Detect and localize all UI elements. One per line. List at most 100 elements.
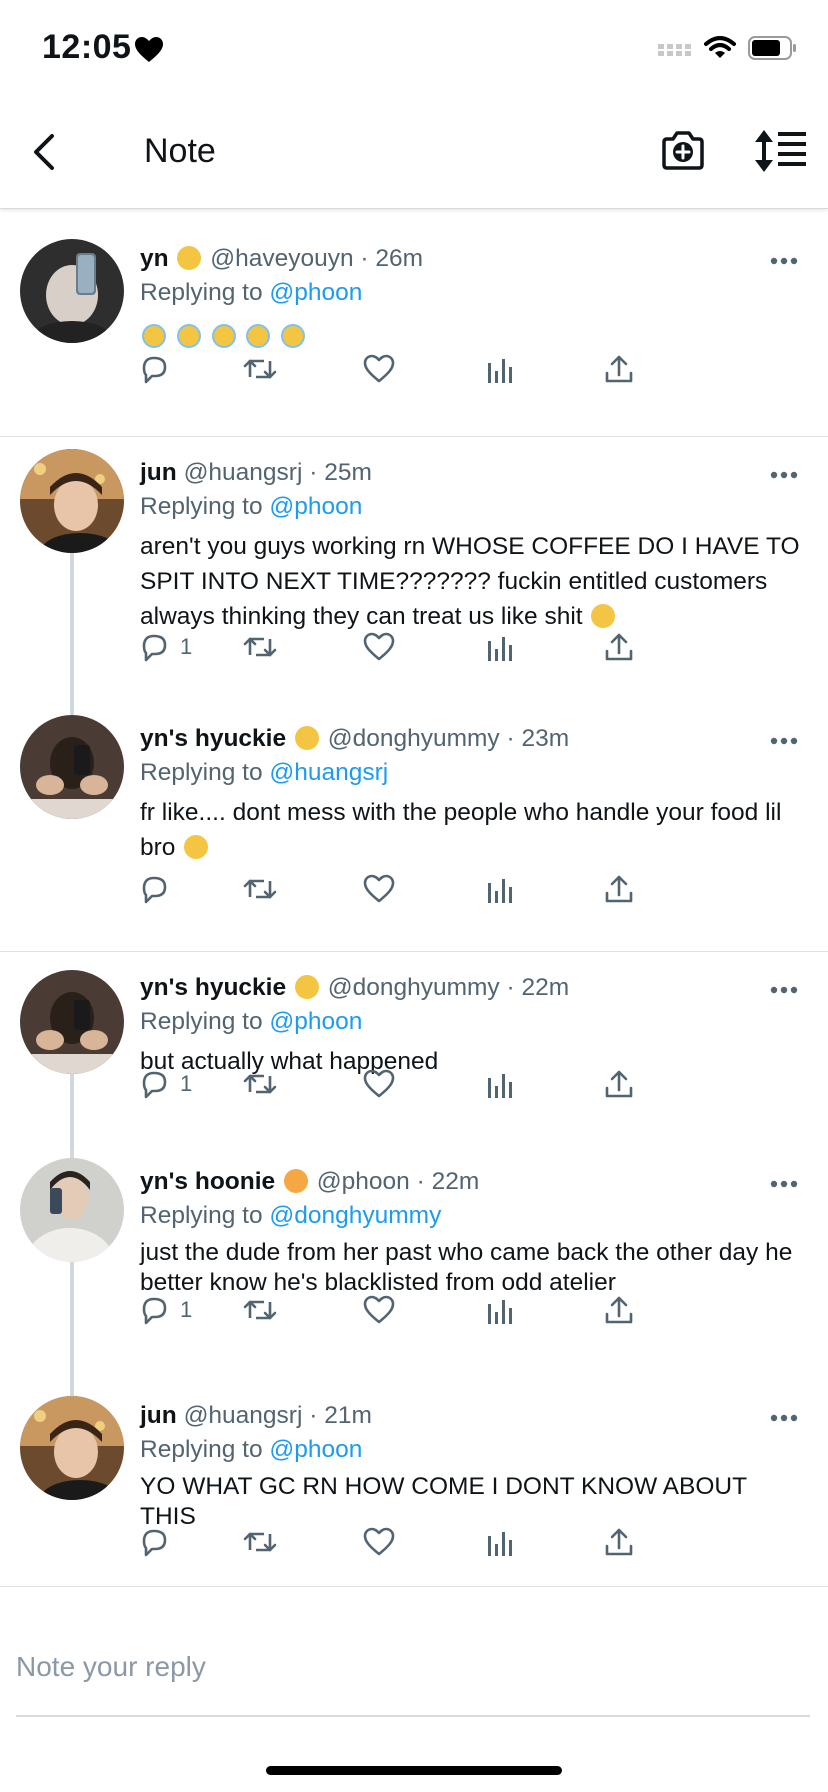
sort-icon[interactable] xyxy=(752,128,808,174)
more-icon[interactable] xyxy=(770,1180,798,1188)
reply-input[interactable] xyxy=(16,1619,810,1717)
like-icon xyxy=(363,1527,395,1556)
share-button[interactable] xyxy=(604,871,634,907)
tweet-actions: 1 xyxy=(138,629,718,669)
more-icon[interactable] xyxy=(770,737,798,745)
more-icon[interactable] xyxy=(770,471,798,479)
mention-link[interactable]: @phoon xyxy=(269,1436,362,1463)
home-indicator[interactable] xyxy=(266,1766,562,1775)
reply-button[interactable] xyxy=(138,871,180,907)
retweet-icon xyxy=(243,359,277,379)
reply-icon xyxy=(142,356,167,384)
display-name[interactable]: yn's hyuckie xyxy=(140,725,286,752)
tweet-body xyxy=(140,319,802,354)
tweet-body: aren't you guys working rn WHOSE COFFEE … xyxy=(140,533,800,630)
share-icon xyxy=(605,633,633,661)
retweet-button[interactable] xyxy=(242,871,278,907)
analytics-button[interactable] xyxy=(486,1292,516,1328)
avatar[interactable] xyxy=(20,715,124,819)
display-name[interactable]: jun xyxy=(140,1402,177,1429)
analytics-button[interactable] xyxy=(486,1066,516,1102)
retweet-button[interactable] xyxy=(242,1524,278,1560)
mention-link[interactable]: @phoon xyxy=(269,493,362,520)
like-button[interactable] xyxy=(362,1066,396,1102)
more-icon[interactable] xyxy=(770,1414,798,1422)
thread-line xyxy=(70,553,74,707)
handle[interactable]: @donghyummy xyxy=(328,725,500,752)
like-button[interactable] xyxy=(362,871,396,907)
analytics-button[interactable] xyxy=(486,351,516,387)
thread-line xyxy=(70,1062,74,1156)
display-name[interactable]: jun xyxy=(140,459,177,486)
reply-button[interactable] xyxy=(138,1524,180,1560)
retweet-button[interactable] xyxy=(242,1066,278,1102)
share-button[interactable] xyxy=(604,629,634,665)
reply-icon xyxy=(142,1071,167,1099)
camera-plus-icon[interactable] xyxy=(660,128,706,174)
analytics-button[interactable] xyxy=(486,871,516,907)
like-button[interactable] xyxy=(362,1524,396,1560)
crying-emoji-icon xyxy=(246,324,271,348)
display-name[interactable]: yn xyxy=(140,245,169,272)
crying-emoji-icon xyxy=(176,324,201,348)
retweet-icon xyxy=(243,1074,277,1094)
tweet[interactable]: yn's hyuckie @donghyummy · 22m Replying … xyxy=(0,952,828,1156)
thread-line xyxy=(70,707,74,715)
tweet[interactable]: yn's hyuckie @donghyummy · 23m Replying … xyxy=(0,707,828,952)
tweet-actions xyxy=(138,1524,718,1564)
share-button[interactable] xyxy=(604,351,634,387)
tweet[interactable]: jun @huangsrj · 21m Replying to @phoon Y… xyxy=(0,1386,828,1587)
tweet[interactable]: yn @haveyouyn · 26m Replying to @phoon xyxy=(0,209,828,437)
handle[interactable]: @donghyummy xyxy=(328,974,500,1001)
tweet-actions xyxy=(138,871,718,911)
avatar[interactable] xyxy=(20,1158,124,1262)
tweet[interactable]: yn's hoonie @phoon · 22m Replying to @do… xyxy=(0,1156,828,1386)
retweet-icon xyxy=(243,1300,277,1320)
reply-icon xyxy=(142,1529,167,1557)
retweet-button[interactable] xyxy=(242,1292,278,1328)
sunglasses-emoji-icon xyxy=(294,975,319,999)
like-button[interactable] xyxy=(362,629,396,665)
share-button[interactable] xyxy=(604,1292,634,1328)
share-button[interactable] xyxy=(604,1066,634,1102)
status-bar: 12:05 xyxy=(0,0,828,100)
reply-button[interactable] xyxy=(138,351,180,387)
avatar[interactable] xyxy=(20,1396,124,1500)
avatar[interactable] xyxy=(20,239,124,343)
avatar[interactable] xyxy=(20,449,124,553)
heart-icon xyxy=(135,37,163,62)
like-button[interactable] xyxy=(362,1292,396,1328)
reply-count: 1 xyxy=(180,1071,193,1096)
mention-link[interactable]: @huangsrj xyxy=(269,759,388,786)
more-icon[interactable] xyxy=(770,986,798,994)
handle[interactable]: @phoon xyxy=(317,1168,410,1195)
like-button[interactable] xyxy=(362,351,396,387)
retweet-button[interactable] xyxy=(242,351,278,387)
crying-emoji-icon xyxy=(281,324,306,348)
like-icon xyxy=(363,1295,395,1324)
handle[interactable]: @huangsrj xyxy=(184,459,303,486)
handle[interactable]: @haveyouyn xyxy=(210,245,353,272)
analytics-button[interactable] xyxy=(486,1524,516,1560)
retweet-button[interactable] xyxy=(242,629,278,665)
rofl-emoji-icon xyxy=(184,835,209,859)
mention-link[interactable]: @phoon xyxy=(269,1008,362,1035)
mention-link[interactable]: @phoon xyxy=(269,279,362,306)
reply-button[interactable]: 1 xyxy=(138,1292,192,1328)
avatar[interactable] xyxy=(20,970,124,1074)
display-name[interactable]: yn's hyuckie xyxy=(140,974,286,1001)
share-button[interactable] xyxy=(604,1524,634,1560)
display-name[interactable]: yn's hoonie xyxy=(140,1168,275,1195)
handle[interactable]: @huangsrj xyxy=(184,1402,303,1429)
tweet[interactable]: jun @huangsrj · 25m Replying to @phoon a… xyxy=(0,437,828,707)
tweet-actions xyxy=(138,351,718,391)
back-arrow-icon[interactable] xyxy=(24,128,68,176)
reply-button[interactable]: 1 xyxy=(138,629,192,665)
analytics-button[interactable] xyxy=(486,629,516,665)
smiling-hearts-emoji-icon xyxy=(283,1169,308,1193)
replying-to: Replying to @phoon xyxy=(140,1436,363,1463)
mention-link[interactable]: @donghyummy xyxy=(269,1202,441,1229)
reply-button[interactable]: 1 xyxy=(138,1066,192,1102)
more-icon[interactable] xyxy=(770,257,798,265)
replying-to: Replying to @phoon xyxy=(140,493,363,520)
